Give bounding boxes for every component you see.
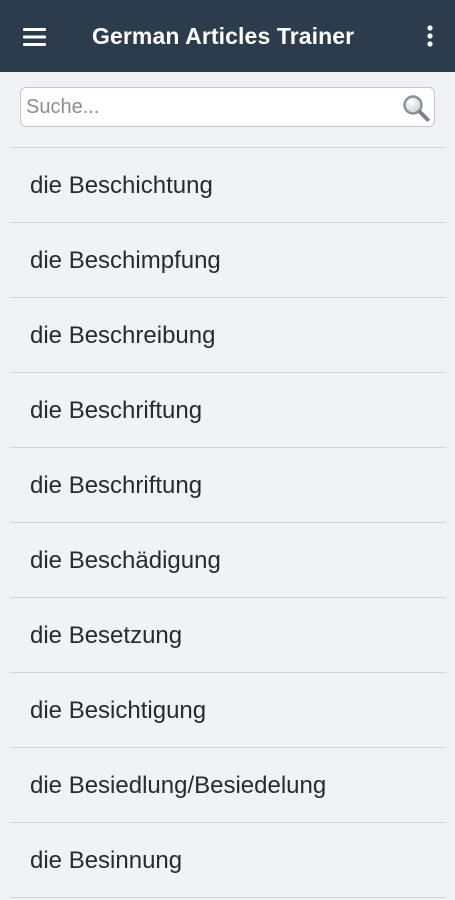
search-input[interactable]: [26, 88, 386, 126]
list-item[interactable]: die Besetzung: [10, 598, 446, 673]
list-item-label: die Beschädigung: [30, 547, 221, 574]
list-item[interactable]: die Beschädigung: [10, 523, 446, 598]
list-item-label: die Besinnung: [30, 847, 183, 874]
list-item[interactable]: die Beschichtung: [10, 148, 446, 223]
list-item-label: die Beschichtung: [30, 172, 213, 199]
top-app-bar: German Articles Trainer: [0, 0, 455, 72]
list-item-label: die Besetzung: [30, 622, 183, 649]
more-vertical-icon: [427, 25, 433, 47]
overflow-menu-button[interactable]: [418, 22, 442, 52]
list-item-label: die Beschriftung: [30, 472, 203, 499]
list-item[interactable]: die Besinnung: [10, 823, 446, 898]
list-item[interactable]: die Beschimpfung: [10, 223, 446, 298]
search-button[interactable]: [401, 93, 431, 123]
list-item-label: die Beschimpfung: [30, 247, 221, 274]
hamburger-menu-icon: [23, 28, 46, 46]
list-item[interactable]: die Beschreibung: [10, 298, 446, 373]
app-title: German Articles Trainer: [92, 23, 355, 49]
list-item[interactable]: die Beschriftung: [10, 448, 446, 523]
menu-button[interactable]: [20, 24, 50, 50]
app-screen: German Articles Trainer Suche... die Bes…: [0, 0, 455, 900]
magnifier-icon: [403, 95, 430, 122]
list-item[interactable]: die Besiedlung/Besiedelung: [10, 748, 446, 823]
list-item-label: die Besiedlung/Besiedelung: [30, 772, 327, 799]
list-item-label: die Besichtigung: [30, 697, 207, 724]
list-item[interactable]: die Besichtigung: [10, 673, 446, 748]
list-item[interactable]: die Beschriftung: [10, 373, 446, 448]
list-item-label: die Beschriftung: [30, 397, 203, 424]
list-item-label: die Beschreibung: [30, 322, 216, 349]
search-box: [20, 87, 435, 127]
word-list: die Beschichtung die Beschimpfung die Be…: [10, 147, 446, 898]
